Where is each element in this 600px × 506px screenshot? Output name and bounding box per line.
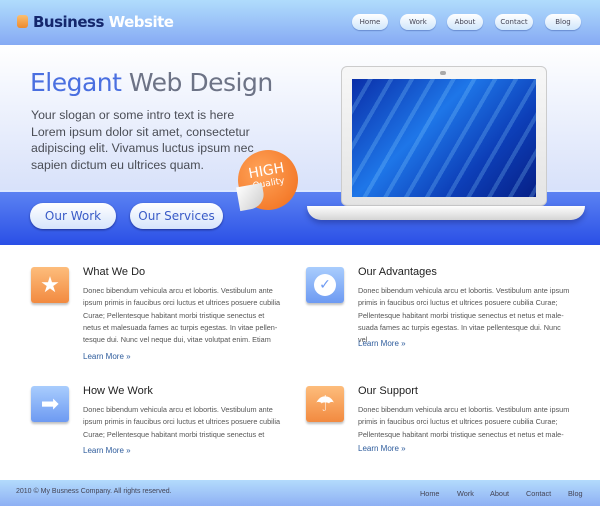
nav-home[interactable]: Home bbox=[352, 14, 388, 30]
learn-more-link[interactable]: Learn More » bbox=[358, 339, 406, 348]
nav-work[interactable]: Work bbox=[400, 14, 436, 30]
footer-nav-about[interactable]: About bbox=[490, 489, 509, 498]
title-part-2: Web Design bbox=[128, 68, 273, 97]
footer-nav-blog[interactable]: Blog bbox=[568, 489, 583, 498]
laptop-image bbox=[341, 66, 547, 206]
header: Business Website Home Work About Contact… bbox=[0, 0, 600, 45]
copyright: 2010 © My Busness Company. All rights re… bbox=[16, 488, 172, 495]
logo-text-2: Website bbox=[108, 13, 174, 31]
section-title: How We Work bbox=[83, 385, 153, 397]
logo[interactable]: Business Website bbox=[33, 13, 174, 31]
section-title: Our Advantages bbox=[358, 266, 437, 278]
footer-nav-work[interactable]: Work bbox=[457, 489, 474, 498]
arrow-right-icon: ➡ bbox=[31, 386, 69, 422]
camera bbox=[440, 71, 446, 75]
footer-nav-home[interactable]: Home bbox=[420, 489, 439, 498]
laptop-display bbox=[352, 79, 536, 197]
umbrella-icon: ☂ bbox=[306, 386, 344, 422]
section-text: Donec bibendum vehicula arcu et lobortis… bbox=[358, 286, 570, 345]
learn-more-link[interactable]: Learn More » bbox=[83, 352, 131, 361]
nav-contact[interactable]: Contact bbox=[495, 14, 533, 30]
section-title: Our Support bbox=[358, 385, 418, 397]
footer-nav-contact[interactable]: Contact bbox=[526, 489, 551, 498]
nav-about[interactable]: About bbox=[447, 14, 483, 30]
section-text: Donec bibendum vehicula arcu et lobortis… bbox=[358, 405, 570, 439]
title-part-1: Elegant bbox=[30, 68, 122, 97]
section-text: Donec bibendum vehicula arcu et lobortis… bbox=[83, 405, 281, 439]
learn-more-link[interactable]: Learn More » bbox=[358, 444, 406, 453]
our-services-button[interactable]: Our Services bbox=[130, 203, 223, 229]
hero-title: Elegant Web Design bbox=[30, 68, 273, 97]
learn-more-link[interactable]: Learn More » bbox=[83, 446, 131, 455]
section-title: What We Do bbox=[83, 266, 146, 278]
logo-icon bbox=[17, 15, 28, 28]
star-icon: ★ bbox=[31, 267, 69, 303]
section-text: Donec bibendum vehicula arcu et lobortis… bbox=[83, 286, 281, 345]
logo-text-1: Business bbox=[33, 13, 104, 31]
hero-intro: Your slogan or some intro text is here L… bbox=[31, 108, 254, 172]
nav-blog[interactable]: Blog bbox=[545, 14, 581, 30]
laptop-base bbox=[307, 206, 585, 220]
our-work-button[interactable]: Our Work bbox=[30, 203, 116, 229]
check-icon: ✓ bbox=[306, 267, 344, 303]
footer: 2010 © My Busness Company. All rights re… bbox=[0, 480, 600, 506]
